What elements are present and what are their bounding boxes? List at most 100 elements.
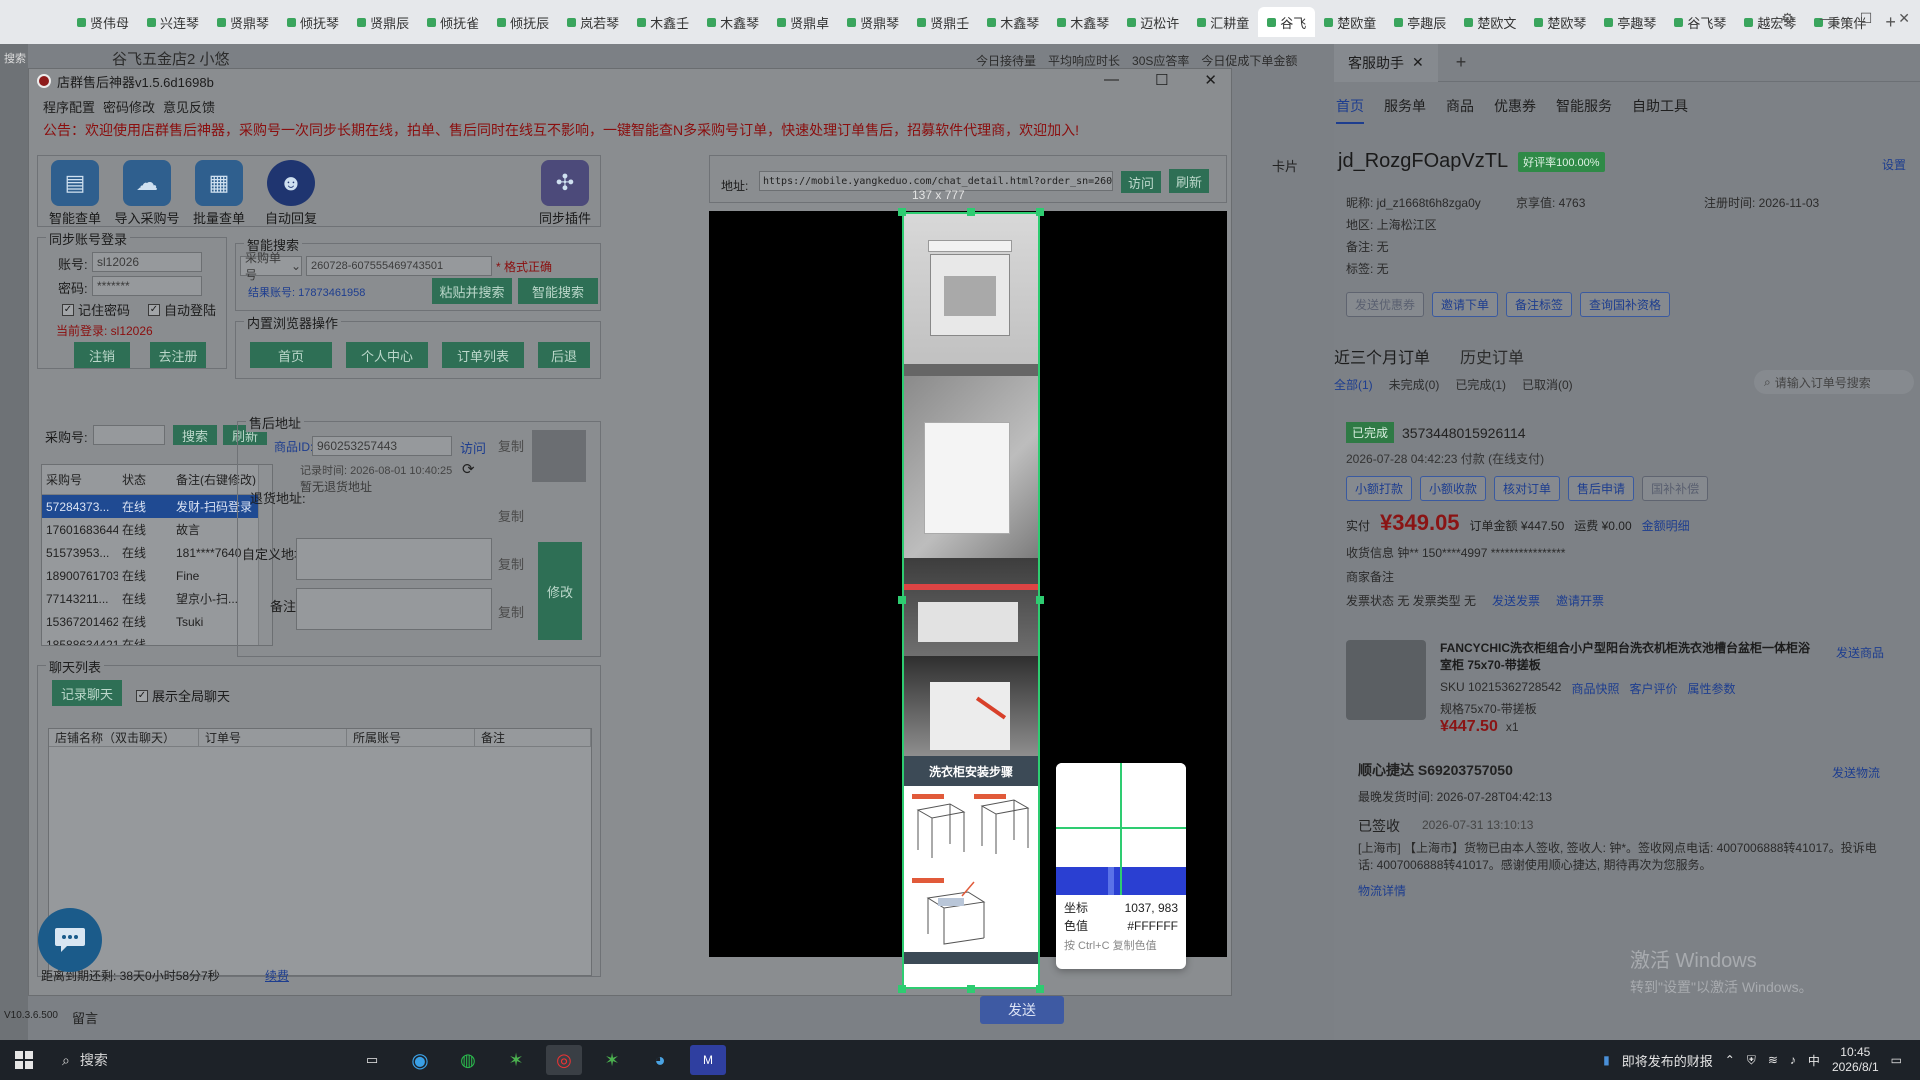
invite-order-button[interactable]: 邀请下单 bbox=[1432, 292, 1499, 317]
browser-tab[interactable]: 倾抚辰 bbox=[488, 7, 558, 37]
resize-handle[interactable] bbox=[898, 985, 906, 993]
chevron-up-icon[interactable]: ⌃ bbox=[1725, 1053, 1735, 1067]
order-number-input[interactable]: 260728-607555469743501 bbox=[306, 256, 492, 276]
password-input[interactable]: ******* bbox=[92, 276, 202, 296]
visit-button[interactable]: 访问 bbox=[1121, 171, 1161, 193]
import-account-tool[interactable]: ☁ 导入采购号 bbox=[110, 160, 184, 227]
product-thumbnail[interactable] bbox=[532, 430, 586, 482]
browser-tab[interactable]: 汇耕童 bbox=[1188, 7, 1258, 37]
m-app-icon[interactable]: M bbox=[690, 1045, 726, 1075]
filter-all[interactable]: 全部(1) bbox=[1334, 376, 1373, 393]
browser-tab[interactable]: 木鑫琴 bbox=[1048, 7, 1118, 37]
close-icon[interactable]: ✕ bbox=[1412, 54, 1424, 71]
cs-tab[interactable]: 客服助手 ✕ bbox=[1334, 43, 1438, 82]
card-label[interactable]: 卡片 bbox=[1272, 156, 1298, 175]
verify-order-button[interactable]: 核对订单 bbox=[1494, 476, 1561, 501]
after-sale-button[interactable]: 售后申请 bbox=[1568, 476, 1635, 501]
settings-icon[interactable]: ⚙ bbox=[1781, 10, 1794, 27]
column-header[interactable]: 所属账号 bbox=[347, 729, 475, 746]
purchase-search-button[interactable]: 搜索 bbox=[173, 425, 217, 445]
tab-history-orders[interactable]: 历史订单 bbox=[1460, 344, 1524, 368]
record-chat-button[interactable]: 记录聊天 bbox=[52, 680, 122, 706]
small-payment-button[interactable]: 小额打款 bbox=[1346, 476, 1413, 501]
copy-link[interactable]: 复制 bbox=[498, 436, 524, 455]
column-header[interactable]: 备注 bbox=[475, 729, 591, 746]
send-logistics-link[interactable]: 发送物流 bbox=[1832, 764, 1880, 781]
news-label[interactable]: 即将发布的财报 bbox=[1622, 1051, 1713, 1070]
menu-feedback[interactable]: 意见反馈 bbox=[163, 97, 215, 116]
close-icon[interactable]: ✕ bbox=[1204, 71, 1217, 89]
order-search-input[interactable]: ⌕ 请输入订单号搜索 bbox=[1754, 370, 1914, 394]
smart-search-button[interactable]: 智能搜索 bbox=[518, 278, 598, 304]
paste-search-button[interactable]: 粘贴并搜索 bbox=[432, 278, 512, 304]
sidebar-search[interactable]: 搜索 bbox=[0, 44, 28, 66]
smart-query-tool[interactable]: ▤ 智能查单 bbox=[38, 160, 112, 227]
remember-password-checkbox[interactable]: ✓ 记住密码 bbox=[62, 300, 130, 319]
clock[interactable]: 10:45 2026/8/1 bbox=[1832, 1045, 1879, 1075]
product-thumbnail[interactable] bbox=[1346, 640, 1426, 720]
home-button[interactable]: 首页 bbox=[250, 342, 332, 368]
snapshot-link[interactable]: 商品快照 bbox=[1571, 680, 1619, 697]
ime-indicator[interactable]: 中 bbox=[1808, 1052, 1820, 1069]
send-product-link[interactable]: 发送商品 bbox=[1836, 644, 1884, 661]
copy-link[interactable]: 复制 bbox=[498, 506, 524, 525]
browser-tab[interactable]: 木鑫琴 bbox=[698, 7, 768, 37]
renew-link[interactable]: 续费 bbox=[265, 967, 289, 984]
start-button[interactable] bbox=[0, 1051, 48, 1069]
wifi-icon[interactable]: ≋ bbox=[1768, 1053, 1778, 1067]
copy-link[interactable]: 复制 bbox=[498, 554, 524, 573]
remark-tag-button[interactable]: 备注标签 bbox=[1506, 292, 1573, 317]
menu-config[interactable]: 程序配置 bbox=[43, 97, 95, 116]
personal-center-button[interactable]: 个人中心 bbox=[346, 342, 428, 368]
cs-nav-item[interactable]: 商品 bbox=[1446, 96, 1474, 124]
logistics-detail-link[interactable]: 物流详情 bbox=[1358, 882, 1406, 899]
chat-app-icon[interactable]: ◕ bbox=[642, 1045, 678, 1075]
taskbar-search[interactable]: ⌕ 搜索 bbox=[48, 1050, 348, 1070]
note-label[interactable]: 留言 bbox=[72, 1008, 98, 1027]
order-list-button[interactable]: 订单列表 bbox=[442, 342, 524, 368]
send-invoice-link[interactable]: 发送发票 bbox=[1492, 592, 1540, 609]
sync-plugin-tool[interactable]: ✣ 同步插件 bbox=[528, 160, 602, 227]
volume-icon[interactable]: ♪ bbox=[1790, 1053, 1796, 1067]
minimize-icon[interactable]: — bbox=[1104, 71, 1119, 89]
browser-tab[interactable]: 倾抚雀 bbox=[418, 7, 488, 37]
visit-link[interactable]: 访问 bbox=[460, 438, 486, 457]
send-button[interactable]: 发送 bbox=[980, 996, 1064, 1024]
browser-tab[interactable]: 贤伟母 bbox=[68, 7, 138, 37]
product-id-input[interactable]: 960253257443 bbox=[312, 436, 452, 456]
auto-reply-tool[interactable]: ☻ 自动回复 bbox=[254, 160, 328, 227]
resize-handle[interactable] bbox=[898, 596, 906, 604]
column-header[interactable]: 采购号 bbox=[42, 471, 118, 488]
add-tab-icon[interactable]: + bbox=[1456, 52, 1467, 73]
refresh-button[interactable]: 刷新 bbox=[1169, 169, 1209, 193]
resize-handle[interactable] bbox=[1036, 985, 1044, 993]
after-sale-tool-icon[interactable]: ◎ bbox=[546, 1045, 582, 1075]
register-button[interactable]: 去注册 bbox=[150, 342, 206, 368]
amount-detail-link[interactable]: 金额明细 bbox=[1642, 517, 1690, 534]
back-button[interactable]: 后退 bbox=[538, 342, 590, 368]
show-all-chats-checkbox[interactable]: ✓ 展示全局聊天 bbox=[136, 686, 230, 705]
maximize-icon[interactable]: ☐ bbox=[1155, 71, 1168, 89]
browser-tab[interactable]: 倾抚琴 bbox=[278, 7, 348, 37]
cs-nav-item[interactable]: 首页 bbox=[1336, 96, 1364, 124]
browser-tab[interactable]: 木鑫琴 bbox=[978, 7, 1048, 37]
browser-tab[interactable]: 兴连琴 bbox=[138, 7, 208, 37]
auto-login-checkbox[interactable]: ✓ 自动登陆 bbox=[148, 300, 216, 319]
cs-nav-item[interactable]: 自助工具 bbox=[1632, 96, 1688, 124]
account-input[interactable]: sl12026 bbox=[92, 252, 202, 272]
browser-tab[interactable]: 亭趣辰 bbox=[1385, 7, 1455, 37]
resize-handle[interactable] bbox=[1036, 596, 1044, 604]
capture-selection[interactable]: 洗衣柜安装步骤 bbox=[902, 212, 1040, 989]
invite-invoice-link[interactable]: 邀请开票 bbox=[1556, 592, 1604, 609]
attributes-link[interactable]: 属性参数 bbox=[1687, 680, 1735, 697]
app-icon[interactable]: ✶ bbox=[594, 1045, 630, 1075]
maximize-icon[interactable]: ☐ bbox=[1860, 10, 1873, 27]
browser-tab[interactable]: 楚欧文 bbox=[1455, 7, 1525, 37]
wechat-icon[interactable]: ◍ bbox=[450, 1045, 486, 1075]
cs-nav-item[interactable]: 服务单 bbox=[1384, 96, 1426, 124]
resize-handle[interactable] bbox=[967, 985, 975, 993]
shield-icon[interactable]: ⛨ bbox=[1747, 1053, 1756, 1068]
browser-tab[interactable]: 楚欧童 bbox=[1315, 7, 1385, 37]
subsidy-button[interactable]: 国补补偿 bbox=[1642, 476, 1709, 501]
logout-button[interactable]: 注销 bbox=[74, 342, 130, 368]
